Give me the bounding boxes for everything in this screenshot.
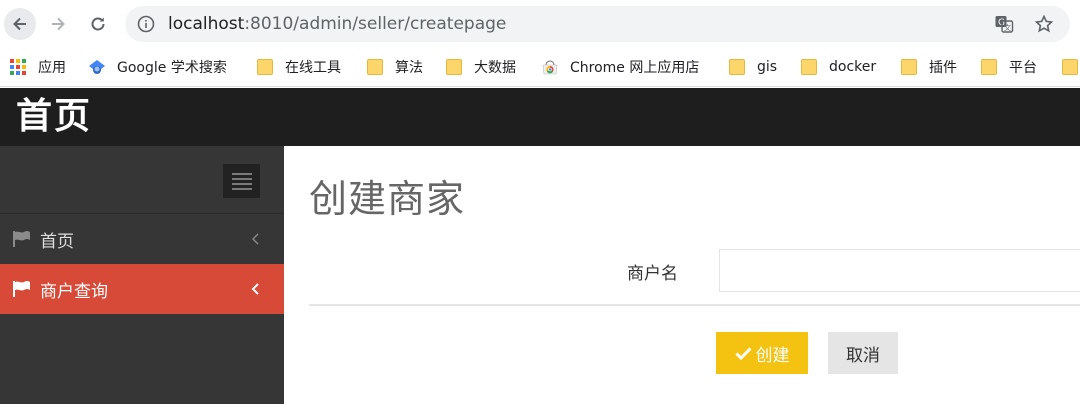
google-scholar-icon bbox=[89, 60, 105, 74]
hamburger-icon-bar bbox=[231, 177, 252, 180]
forward-button[interactable] bbox=[42, 8, 74, 40]
cancel-button[interactable]: 取消 bbox=[828, 332, 898, 374]
folder-icon bbox=[981, 59, 997, 75]
sidebar: 首页 商户查询 bbox=[0, 146, 284, 404]
sidebar-item-label: 商户查询 bbox=[40, 281, 108, 302]
url-text[interactable]: localhost:8010/admin/seller/createpage bbox=[168, 13, 506, 35]
svg-text:文: 文 bbox=[1004, 23, 1011, 32]
folder-icon bbox=[901, 59, 917, 75]
address-bar[interactable]: localhost:8010/admin/seller/createpage G… bbox=[125, 6, 1070, 42]
flag-icon bbox=[13, 231, 30, 247]
star-icon[interactable] bbox=[1034, 14, 1054, 34]
hamburger-icon-bar bbox=[231, 187, 252, 190]
bookmark-folder-platform[interactable]: 平台 bbox=[981, 48, 1037, 86]
folder-icon bbox=[729, 59, 745, 75]
arrow-left-icon bbox=[13, 17, 26, 31]
bookmark-label: Google 学术搜索 bbox=[117, 60, 227, 76]
folder-icon bbox=[801, 59, 817, 75]
bookmark-apps[interactable]: 应用 bbox=[10, 48, 66, 86]
bookmark-label: 算法 bbox=[395, 60, 423, 76]
brand-home-link[interactable]: 首页 bbox=[16, 94, 92, 140]
merchant-name-label: 商户名 bbox=[627, 264, 678, 284]
bookmark-folder-docker[interactable]: docker bbox=[801, 48, 876, 86]
url-host: localhost bbox=[168, 14, 245, 34]
sidebar-toggle-button[interactable] bbox=[223, 164, 260, 198]
bookmark-folder-overflow[interactable] bbox=[1062, 48, 1080, 86]
merchant-name-input[interactable] bbox=[719, 249, 1080, 292]
bookmark-label: 大数据 bbox=[474, 60, 516, 76]
create-button-label: 创建 bbox=[755, 345, 790, 365]
cancel-button-label: 取消 bbox=[846, 345, 880, 365]
bookmark-chrome-webstore[interactable]: Chrome 网上应用店 bbox=[542, 48, 699, 86]
chrome-webstore-icon bbox=[542, 60, 558, 75]
main-content: 创建商家 商户名 创建 取消 bbox=[284, 146, 1080, 404]
flag-icon bbox=[13, 281, 30, 297]
translate-icon[interactable]: G 文 bbox=[994, 14, 1014, 34]
info-icon[interactable] bbox=[137, 15, 155, 33]
arrow-right-icon bbox=[52, 17, 65, 31]
hamburger-icon-bar bbox=[231, 182, 252, 185]
folder-icon bbox=[257, 59, 273, 75]
bookmark-label: docker bbox=[829, 59, 877, 75]
folder-icon bbox=[446, 59, 462, 75]
bookmarks-bar: 应用 Google 学术搜索 在线工具 算法 大数据 Chrome 网上应用店 … bbox=[0, 48, 1080, 87]
app-header: 首页 bbox=[0, 88, 1080, 146]
bookmark-label: 插件 bbox=[929, 60, 957, 76]
create-button[interactable]: 创建 bbox=[716, 332, 808, 374]
check-icon bbox=[734, 347, 752, 360]
bookmark-label: 在线工具 bbox=[285, 60, 341, 76]
apps-grid-icon bbox=[10, 59, 26, 75]
bookmark-label: 平台 bbox=[1009, 60, 1037, 76]
reload-icon bbox=[91, 17, 105, 31]
hamburger-icon bbox=[231, 172, 252, 175]
bookmark-label: Chrome 网上应用店 bbox=[570, 60, 700, 76]
bookmark-folder-online-tools[interactable]: 在线工具 bbox=[257, 48, 341, 86]
folder-icon bbox=[1062, 59, 1078, 75]
chevron-left-icon bbox=[252, 233, 259, 245]
bookmark-label: gis bbox=[757, 59, 778, 75]
chevron-left-icon bbox=[251, 283, 259, 295]
back-button[interactable] bbox=[4, 8, 36, 40]
sidebar-item-label: 首页 bbox=[40, 231, 74, 252]
folder-icon bbox=[367, 59, 383, 75]
bookmark-label: 应用 bbox=[38, 60, 66, 76]
bookmark-google-scholar[interactable]: Google 学术搜索 bbox=[89, 48, 227, 86]
bookmark-folder-algorithms[interactable]: 算法 bbox=[367, 48, 423, 86]
browser-toolbar: localhost:8010/admin/seller/createpage G… bbox=[0, 0, 1080, 48]
page-title: 创建商家 bbox=[309, 177, 466, 221]
bookmark-folder-bigdata[interactable]: 大数据 bbox=[446, 48, 516, 86]
bookmark-folder-plugins[interactable]: 插件 bbox=[901, 48, 957, 86]
bookmark-folder-gis[interactable]: gis bbox=[729, 48, 777, 86]
form-divider bbox=[309, 304, 1080, 306]
reload-button[interactable] bbox=[82, 8, 114, 40]
sidebar-item-home[interactable]: 首页 bbox=[0, 214, 284, 264]
url-path: :8010/admin/seller/createpage bbox=[244, 14, 507, 34]
sidebar-item-merchant-query[interactable]: 商户查询 bbox=[0, 264, 284, 314]
